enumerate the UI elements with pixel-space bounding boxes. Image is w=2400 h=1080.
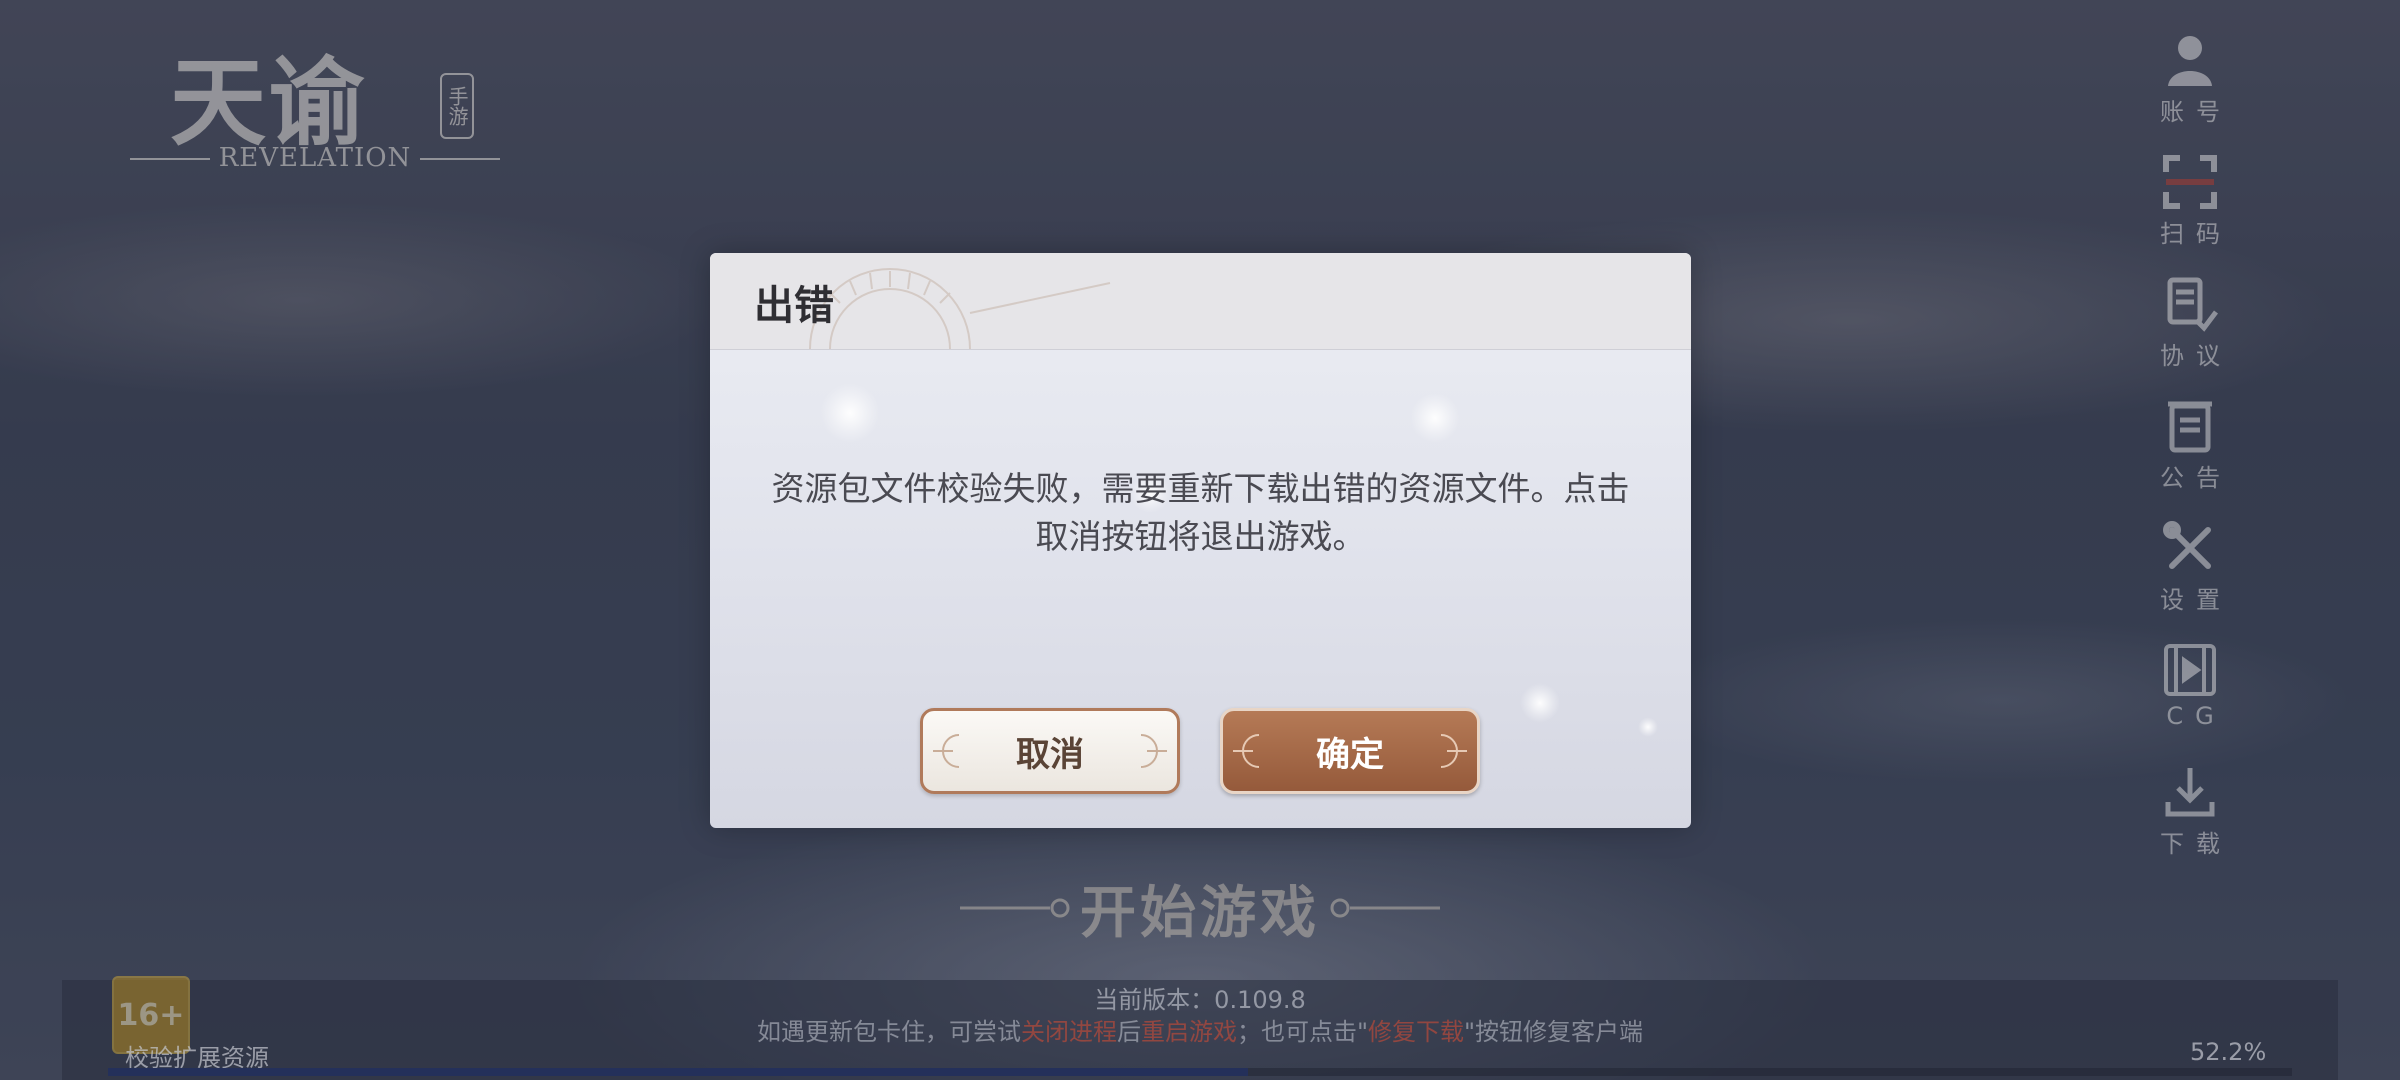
side-item-settings[interactable]: 设置 bbox=[2150, 518, 2230, 640]
settings-icon bbox=[2160, 518, 2220, 578]
start-game-button[interactable]: 开始游戏 bbox=[930, 868, 1470, 948]
logo-subtitle: REVELATION bbox=[218, 143, 412, 173]
confirm-label: 确定 bbox=[1316, 734, 1384, 775]
announcement-icon bbox=[2160, 396, 2220, 456]
progress-bar-fill bbox=[108, 1068, 1249, 1076]
hint-mid1: 后 bbox=[1116, 1018, 1141, 1046]
side-label-download: 下载 bbox=[2160, 830, 2232, 858]
dialog-title: 出错 bbox=[754, 283, 834, 329]
side-label-settings: 设置 bbox=[2160, 586, 2232, 614]
sparkle bbox=[1410, 393, 1460, 443]
cancel-button[interactable]: 取消 bbox=[920, 708, 1180, 794]
ornament-right-icon bbox=[1330, 898, 1440, 918]
cancel-label: 取消 bbox=[1016, 734, 1084, 775]
game-logo: 天谕 手游 REVELATION bbox=[120, 25, 500, 175]
hint-close-process: 关闭进程 bbox=[1020, 1018, 1117, 1046]
start-game-label: 开始游戏 bbox=[1080, 879, 1320, 946]
button-ornament-icon bbox=[1440, 734, 1467, 768]
side-label-scan: 扫码 bbox=[2160, 220, 2232, 248]
hint-prefix: 如遇更新包卡住，可尝试 bbox=[756, 1018, 1021, 1046]
hint-restart-game: 重启游戏 bbox=[1140, 1018, 1237, 1046]
update-hint: 如遇更新包卡住，可尝试关闭进程后重启游戏；也可点击"修复下载"按钮修复客户端 bbox=[600, 1012, 1800, 1047]
side-label-announcement: 公告 bbox=[2160, 464, 2232, 492]
side-item-cg[interactable]: CG bbox=[2150, 640, 2230, 762]
version-text: 当前版本：0.109.8 bbox=[1094, 986, 1306, 1014]
side-item-download[interactable]: 下载 bbox=[2150, 762, 2230, 884]
confirm-button[interactable]: 确定 bbox=[1220, 708, 1480, 794]
progress-percent: 52.2% bbox=[2190, 1038, 2267, 1066]
button-ornament-icon bbox=[1140, 734, 1167, 768]
agreement-icon bbox=[2160, 274, 2220, 334]
error-dialog: 出错 资源包文件校验失败，需要重新下载出错的资源文件。点击取消按钮将退出游戏。 … bbox=[710, 253, 1691, 828]
dialog-message: 资源包文件校验失败，需要重新下载出错的资源文件。点击取消按钮将退出游戏。 bbox=[771, 469, 1630, 556]
side-item-scan[interactable]: 扫码 bbox=[2150, 152, 2230, 274]
sparkle bbox=[1638, 717, 1658, 737]
progress-bar bbox=[108, 1068, 2292, 1076]
video-icon bbox=[2160, 640, 2220, 700]
side-label-agreement: 协议 bbox=[2160, 342, 2232, 370]
sparkle bbox=[820, 383, 880, 443]
side-item-account[interactable]: 账号 bbox=[2150, 30, 2230, 152]
side-item-agreement[interactable]: 协议 bbox=[2150, 274, 2230, 396]
button-ornament-icon bbox=[1233, 734, 1260, 768]
side-label-account: 账号 bbox=[2160, 98, 2232, 126]
hint-suffix: "按钮修复客户端 bbox=[1464, 1018, 1644, 1046]
button-ornament-icon bbox=[933, 734, 960, 768]
ornament-left-icon bbox=[960, 898, 1070, 918]
download-icon bbox=[2160, 762, 2220, 822]
side-item-announcement[interactable]: 公告 bbox=[2150, 396, 2230, 518]
side-label-cg: CG bbox=[2166, 702, 2226, 730]
account-icon bbox=[2160, 30, 2220, 90]
sparkle bbox=[1520, 683, 1560, 723]
hint-mid2: ；也可点击" bbox=[1236, 1018, 1368, 1046]
side-menu: 账号 扫码 协议 公告 设置 CG 下载 bbox=[2150, 30, 2230, 884]
hint-repair-download: 修复下载 bbox=[1368, 1018, 1464, 1046]
scan-icon bbox=[2160, 152, 2220, 212]
dialog-header: 出错 bbox=[710, 253, 1691, 350]
logo-badge: 手游 bbox=[440, 73, 474, 139]
